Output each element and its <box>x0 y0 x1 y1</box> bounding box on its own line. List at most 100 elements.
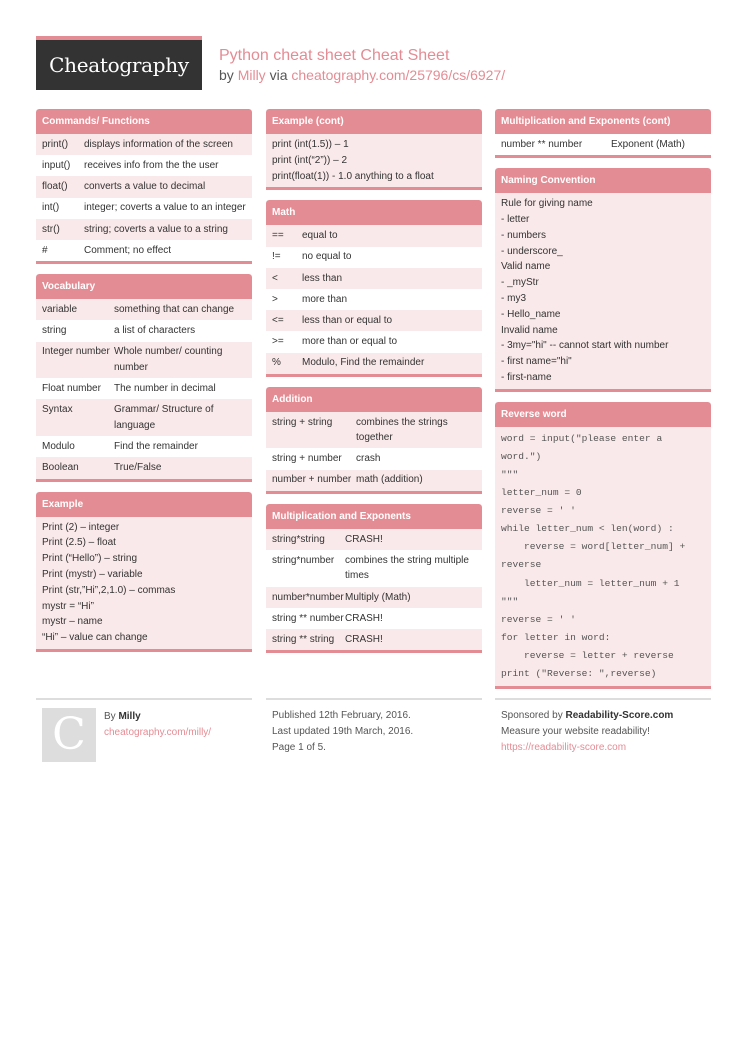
author-link[interactable]: Milly <box>238 67 266 83</box>
row-value: combines the string multiple times <box>345 554 469 582</box>
text-line: while letter_num < len(word) : <box>501 523 674 535</box>
row-key: % <box>272 357 281 369</box>
row-value: Exponent (Math) <box>611 138 685 150</box>
row-value: more than or equal to <box>302 336 398 348</box>
row-key: # <box>42 244 48 256</box>
table-row: string*string CRASH! <box>266 528 482 551</box>
text-line: letter_num = letter_num + 1 <box>501 577 680 589</box>
section-title: Addition <box>266 386 482 412</box>
row-value: receives info from the the user <box>84 159 219 171</box>
row-value: CRASH! <box>345 634 383 645</box>
row-key: != <box>272 251 281 263</box>
author-avatar[interactable]: C <box>42 708 96 762</box>
by-label: by <box>219 67 234 83</box>
sponsor-tagline: Measure your website readability! <box>501 726 650 737</box>
row-key: Float number <box>42 383 101 395</box>
sponsor-name[interactable]: Readability-Score.com <box>566 710 674 721</box>
text-line: - first name="hi" <box>501 356 572 368</box>
via-label: via <box>269 67 288 83</box>
naming-content: Rule for giving name - letter - numbers - u… <box>495 193 711 389</box>
example-content: Print (2) – integer Print (2.5) – float Pr… <box>36 516 252 649</box>
logo-text: Cheatography <box>49 53 189 77</box>
section-multiplication-cont: Multiplication and Exponents (cont) numb… <box>495 109 711 159</box>
multiplication-table: string*string CRASH! string*number combines… <box>266 528 482 651</box>
row-value: Comment; no effect <box>84 244 172 256</box>
column-1: Commands/ Functions print() displays info… <box>36 109 252 662</box>
text-line: """ <box>501 595 519 607</box>
row-key: == <box>272 230 284 242</box>
section-example: Example Print (2) – integer Print (2.5) –… <box>36 491 252 652</box>
text-line: print(float(1)) - 1.0 anything to a floa… <box>272 170 434 182</box>
section-multiplication: Multiplication and Exponents string*stri… <box>266 503 482 654</box>
text-line: Print (2.5) – float <box>42 537 116 549</box>
table-row: != no equal to <box>266 246 482 268</box>
reverse-code-block: word = input("please enter a word.") """ le… <box>495 426 711 687</box>
table-row: Boolean True/False <box>36 457 252 479</box>
row-key: string*string <box>272 533 325 545</box>
row-value: converts a value to decimal <box>84 181 206 193</box>
table-row: Integer number Whole number/ counting num… <box>36 341 252 379</box>
row-key: string + number <box>272 453 342 465</box>
table-row: Syntax Grammar/ Structure of language <box>36 399 252 437</box>
row-value: CRASH! <box>345 612 383 624</box>
section-title: Multiplication and Exponents <box>266 503 482 529</box>
row-value: integer; coverts a value to an integer <box>84 202 246 214</box>
title-block: Python cheat sheet Cheat Sheet by Milly … <box>219 46 505 84</box>
text-line: mystr – name <box>42 616 103 628</box>
page-footer: C By Milly cheatography.com/milly/ Publi… <box>36 698 716 768</box>
table-row: input() receives info from the the user <box>36 155 252 177</box>
table-row: number*number Multiply (Math) <box>266 586 482 609</box>
table-row: >= more than or equal to <box>266 331 482 353</box>
table-row: string ** string CRASH! <box>266 629 482 651</box>
row-key: print() <box>42 138 69 150</box>
section-title: Vocabulary <box>36 274 252 300</box>
commands-table: print() displays information of the scree… <box>36 134 252 262</box>
row-value: Multiply (Math) <box>345 591 411 603</box>
table-row: Float number The number in decimal <box>36 378 252 400</box>
table-row: % Modulo, Find the remainder <box>266 352 482 374</box>
row-key: number + number <box>272 474 352 486</box>
section-title: Commands/ Functions <box>36 109 252 134</box>
text-line: letter_num = 0 <box>501 487 582 499</box>
column-3: Multiplication and Exponents (cont) numb… <box>495 109 711 699</box>
text-line: Print (mystr) – variable <box>42 569 143 581</box>
table-row: print() displays information of the scree… <box>36 134 252 156</box>
sponsor-link[interactable]: https://readability-score.com <box>501 742 626 753</box>
text-line: reverse = ' ' <box>501 613 576 625</box>
text-line: reverse = ' ' <box>501 505 576 517</box>
text-line: Print (“Hello”) – string <box>42 553 138 565</box>
text-line: word = input("please enter a <box>501 432 663 444</box>
section-title: Math <box>266 200 482 226</box>
row-key: <= <box>272 314 284 326</box>
table-row: variable something that can change <box>36 299 252 321</box>
text-line: reverse = letter + reverse <box>501 649 674 661</box>
author-name[interactable]: Milly <box>118 711 140 722</box>
row-value: less than or equal to <box>302 314 393 326</box>
cheatography-logo[interactable]: Cheatography <box>36 36 202 90</box>
table-row: int() integer; coverts a value to an inte… <box>36 197 252 219</box>
section-title: Reverse word <box>495 401 711 427</box>
table-row: str() string; coverts a value to a string <box>36 218 252 240</box>
row-value: more than <box>302 293 348 305</box>
sheet-url-link[interactable]: cheatography.com/25796/cs/6927/ <box>291 67 505 83</box>
text-line: reverse = word[letter_num] + <box>501 541 686 553</box>
page-header: Cheatography Python cheat sheet Cheat Sh… <box>36 36 716 90</box>
row-key: > <box>272 293 278 305</box>
row-key: str() <box>42 223 60 235</box>
row-key: input() <box>42 159 71 171</box>
row-key: variable <box>42 303 78 315</box>
row-value: Find the remainder <box>114 441 198 453</box>
table-row: string ** number CRASH! <box>266 608 482 630</box>
footer-sponsor: Sponsored by Readability-Score.com Measu… <box>495 698 711 756</box>
text-line: - underscore_ <box>501 245 563 257</box>
author-profile-link[interactable]: cheatography.com/milly/ <box>104 727 211 738</box>
text-line: print ("Reverse: ",reverse) <box>501 667 657 679</box>
section-math: Math == equal to != no equal to < less than > m… <box>266 200 482 377</box>
row-value: crash <box>356 453 381 465</box>
section-commands: Commands/ Functions print() displays info… <box>36 109 252 265</box>
row-value: Grammar/ Structure of language <box>114 404 214 431</box>
addition-table: string + string combines the strings toge… <box>266 411 482 491</box>
text-line: - my3 <box>501 292 526 304</box>
row-value: less than <box>302 272 343 284</box>
text-line: - Hello_name <box>501 308 561 320</box>
